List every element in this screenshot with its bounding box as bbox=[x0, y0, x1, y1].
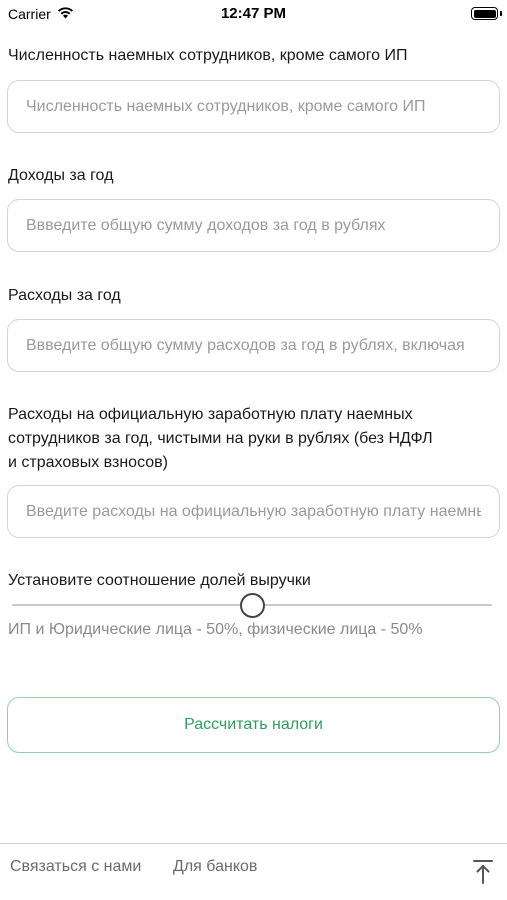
revenue-ratio-caption: ИП и Юридические лица - 50%, физические … bbox=[8, 621, 423, 638]
salary-expenses-input[interactable] bbox=[7, 485, 500, 538]
revenue-ratio-label: Установите соотношение долей выручки bbox=[8, 572, 311, 589]
arrow-up-to-line-icon[interactable] bbox=[472, 859, 494, 885]
employees-count-input[interactable] bbox=[7, 80, 500, 133]
salary-expenses-label-line: и страховых взносов) bbox=[8, 454, 168, 471]
employees-count-label: Численность наемных сотрудников, кроме с… bbox=[8, 47, 408, 64]
slider-thumb[interactable] bbox=[240, 593, 265, 618]
calculate-taxes-button[interactable]: Рассчитать налоги bbox=[7, 697, 500, 753]
annual-expenses-label: Расходы за год bbox=[8, 287, 121, 304]
status-bar: Carrier 12:47 PM bbox=[0, 0, 507, 30]
footer-bar: Связаться с нами Для банков bbox=[0, 843, 507, 900]
revenue-ratio-slider[interactable] bbox=[12, 592, 492, 618]
salary-expenses-label-line: сотрудников за год, чистыми на руки в ру… bbox=[8, 430, 433, 447]
salary-expenses-label-line: Расходы на официальную заработную плату … bbox=[8, 406, 413, 423]
salary-expenses-label: Расходы на официальную заработную плату … bbox=[8, 403, 433, 475]
annual-income-input[interactable] bbox=[7, 199, 500, 252]
for-banks-link[interactable]: Для банков bbox=[173, 858, 257, 876]
battery-icon bbox=[471, 7, 498, 20]
status-time: 12:47 PM bbox=[220, 5, 287, 22]
annual-income-label: Доходы за год bbox=[8, 167, 114, 184]
battery-level bbox=[473, 9, 496, 18]
annual-expenses-input[interactable] bbox=[7, 319, 500, 372]
battery-tip bbox=[500, 11, 502, 16]
contact-us-link[interactable]: Связаться с нами bbox=[10, 858, 141, 876]
